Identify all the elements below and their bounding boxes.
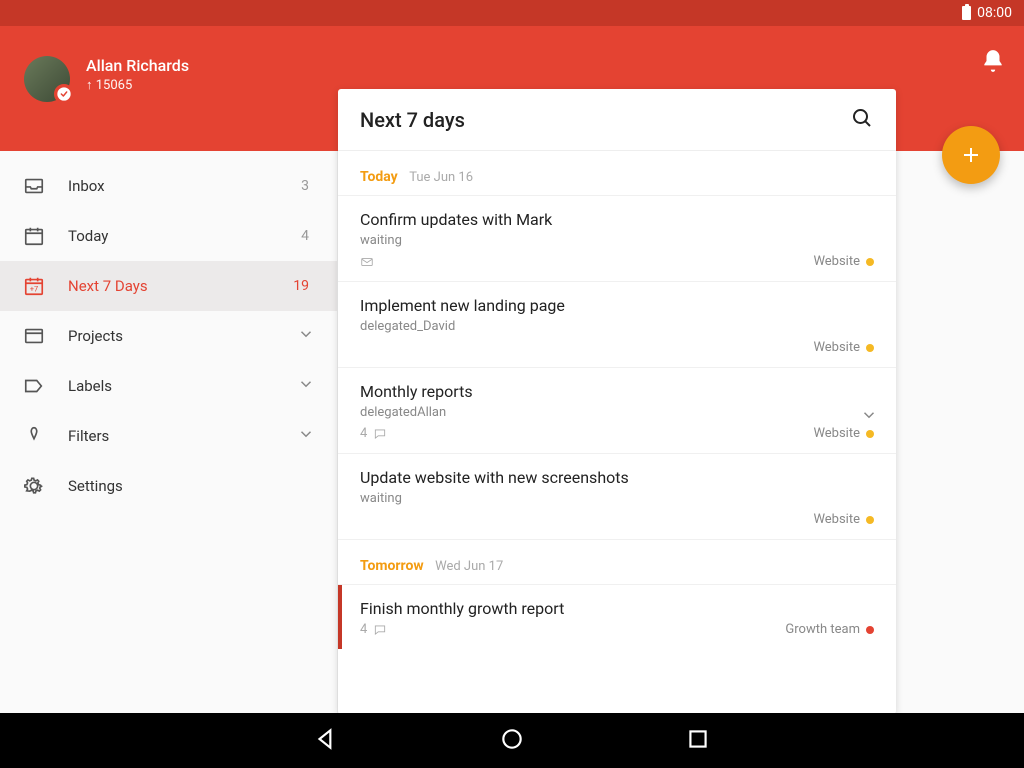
battery-icon [962, 6, 971, 20]
android-recent-button[interactable] [685, 726, 711, 756]
comment-icon [373, 623, 387, 637]
inbox-icon [22, 174, 46, 198]
calendar-week-icon: +7 [22, 274, 46, 298]
section-label: Today [360, 169, 398, 185]
sidebar-item-next7days[interactable]: +7 Next 7 Days 19 [0, 261, 337, 311]
project-dot-icon [866, 626, 874, 634]
chevron-down-icon [297, 325, 315, 347]
sidebar-item-settings[interactable]: Settings [0, 461, 337, 511]
status-time: 08:00 [977, 5, 1012, 21]
projects-icon [22, 324, 46, 348]
task-project: Website [813, 254, 874, 269]
expand-button[interactable] [860, 406, 878, 428]
avatar[interactable] [24, 56, 70, 102]
search-button[interactable] [850, 106, 874, 134]
section-date: Wed Jun 17 [435, 559, 503, 574]
task-title: Finish monthly growth report [360, 599, 874, 618]
sidebar-item-label: Today [68, 227, 301, 245]
task-project-label: Website [813, 254, 860, 269]
comment-icon [373, 427, 387, 441]
mail-icon [360, 255, 374, 269]
task-item[interactable]: Confirm updates with Mark waiting Websit… [338, 195, 896, 281]
user-block[interactable]: Allan Richards ↑ 15065 [86, 56, 189, 93]
status-bar: 08:00 [0, 0, 1024, 26]
section-date: Tue Jun 16 [409, 170, 473, 185]
sidebar: Inbox 3 Today 4 +7 Next 7 Days 19 Projec… [0, 151, 338, 713]
sidebar-item-filters[interactable]: Filters [0, 411, 337, 461]
page-title: Next 7 days [360, 108, 850, 132]
android-nav-bar [0, 713, 1024, 768]
sidebar-item-count: 3 [301, 178, 309, 194]
chevron-down-icon [297, 375, 315, 397]
task-title: Update website with new screenshots [360, 468, 874, 487]
user-name: Allan Richards [86, 56, 189, 75]
calendar-icon [22, 224, 46, 248]
sidebar-item-inbox[interactable]: Inbox 3 [0, 161, 337, 211]
task-project: Website [813, 340, 874, 355]
project-dot-icon [866, 516, 874, 524]
task-project: Website [813, 512, 874, 527]
task-title: Confirm updates with Mark [360, 210, 874, 229]
project-dot-icon [866, 258, 874, 266]
label-icon [22, 374, 46, 398]
project-dot-icon [866, 344, 874, 352]
sidebar-item-count: 19 [293, 278, 309, 294]
sidebar-item-label: Filters [68, 427, 297, 445]
sidebar-item-projects[interactable]: Projects [0, 311, 337, 361]
sidebar-item-label: Next 7 Days [68, 277, 293, 295]
task-title: Implement new landing page [360, 296, 874, 315]
sidebar-item-labels[interactable]: Labels [0, 361, 337, 411]
sidebar-item-today[interactable]: Today 4 [0, 211, 337, 261]
filter-icon [22, 424, 46, 448]
section-header-tomorrow: Tomorrow Wed Jun 17 [338, 539, 896, 584]
task-subtext: delegatedAllan [360, 405, 874, 420]
task-title: Monthly reports [360, 382, 874, 401]
task-project-label: Growth team [785, 622, 860, 637]
task-subtext: waiting [360, 233, 874, 248]
avatar-badge-icon [54, 84, 74, 104]
sidebar-item-label: Inbox [68, 177, 301, 195]
svg-text:+7: +7 [30, 285, 38, 294]
gear-icon [22, 474, 46, 498]
task-item[interactable]: Finish monthly growth report 4 Growth te… [338, 584, 896, 649]
section-header-today: Today Tue Jun 16 [338, 151, 896, 195]
notifications-button[interactable] [980, 48, 1006, 78]
chevron-down-icon [297, 425, 315, 447]
task-project-label: Website [813, 340, 860, 355]
sidebar-item-count: 4 [301, 228, 309, 244]
section-label: Tomorrow [360, 558, 424, 574]
main-header: Next 7 days [338, 89, 896, 151]
task-list[interactable]: Today Tue Jun 16 Confirm updates with Ma… [338, 151, 896, 714]
main-panel: Next 7 days Today Tue Jun 16 Confirm upd… [338, 89, 896, 714]
task-subtext: waiting [360, 491, 874, 506]
task-project-label: Website [813, 512, 860, 527]
android-home-button[interactable] [499, 726, 525, 756]
task-subtext: delegated_David [360, 319, 874, 334]
sidebar-item-label: Settings [68, 477, 315, 495]
task-project: Growth team [785, 622, 874, 637]
project-dot-icon [866, 430, 874, 438]
add-task-fab[interactable] [942, 126, 1000, 184]
sidebar-item-label: Labels [68, 377, 297, 395]
comment-count: 4 [360, 622, 387, 637]
sidebar-item-label: Projects [68, 327, 297, 345]
comment-count: 4 [360, 426, 387, 441]
android-back-button[interactable] [313, 726, 339, 756]
task-project-label: Website [813, 426, 860, 441]
task-item[interactable]: Monthly reports delegatedAllan 4 Website [338, 367, 896, 453]
task-item[interactable]: Update website with new screenshots wait… [338, 453, 896, 539]
user-karma: ↑ 15065 [86, 77, 189, 93]
task-project: Website [813, 426, 874, 441]
task-item[interactable]: Implement new landing page delegated_Dav… [338, 281, 896, 367]
